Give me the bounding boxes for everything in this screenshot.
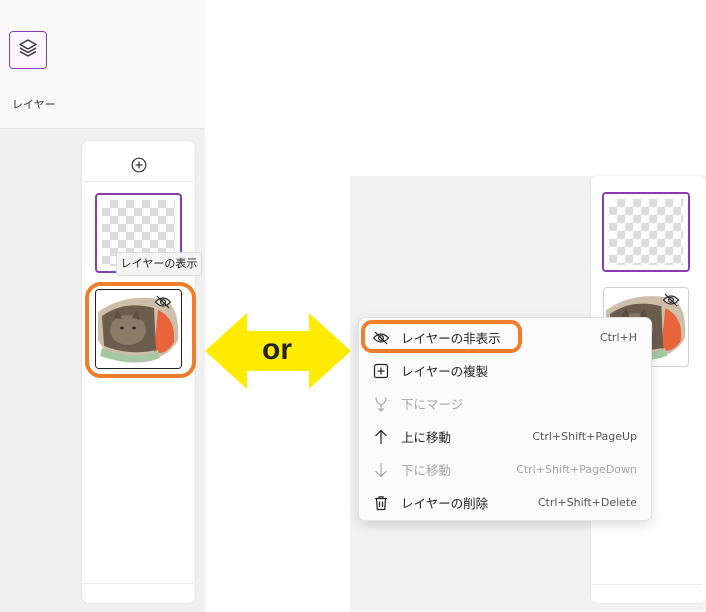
context-menu: レイヤーの非表示 Ctrl+H レイヤーの複製 下にマージ 上に移動 Ctrl+… [358,317,652,521]
menu-item-duplicate-layer[interactable]: レイヤーの複製 [359,354,651,387]
divider [83,583,194,584]
layers-label: レイヤー [12,98,56,111]
merge-down-icon [372,395,390,413]
arrow-up-icon [372,428,390,446]
menu-item-hide-layer[interactable]: レイヤーの非表示 Ctrl+H [359,321,651,354]
menu-item-shortcut: Ctrl+H [599,331,637,344]
menu-item-label: 上に移動 [401,430,452,445]
add-layer-button[interactable] [131,157,147,177]
tooltip: レイヤーの表示 [116,252,202,276]
or-label: or [262,333,292,366]
menu-item-move-up[interactable]: 上に移動 Ctrl+Shift+PageUp [359,420,651,453]
eye-off-icon[interactable] [662,292,680,311]
trash-icon [372,494,390,512]
divider [83,181,194,182]
menu-item-shortcut: Ctrl+Shift+Delete [537,496,637,509]
menu-item-label: レイヤーの非表示 [401,331,501,346]
layer-thumbnail-empty[interactable] [602,192,690,272]
menu-item-label: 下にマージ [401,397,464,412]
menu-item-label: レイヤーの複製 [401,364,489,379]
layers-button[interactable] [9,31,47,69]
menu-item-shortcut: Ctrl+Shift+PageUp [532,430,637,443]
menu-item-merge-down[interactable]: 下にマージ [359,387,651,420]
arrow-down-icon [372,461,390,479]
add-circle-icon [131,157,147,177]
menu-item-delete-layer[interactable]: レイヤーの削除 Ctrl+Shift+Delete [359,486,651,519]
duplicate-icon [372,362,390,380]
menu-item-move-down[interactable]: 下に移動 Ctrl+Shift+PageDown [359,453,651,486]
layers-icon [17,37,39,63]
menu-item-label: 下に移動 [401,463,452,478]
menu-item-label: レイヤーの削除 [401,496,489,511]
transparency-checkerboard [609,199,683,265]
eye-off-icon [372,329,390,347]
divider [592,584,702,585]
menu-item-shortcut: Ctrl+Shift+PageDown [516,463,637,476]
eye-off-icon[interactable] [154,294,172,313]
layer-thumbnail-cat[interactable] [95,289,182,369]
